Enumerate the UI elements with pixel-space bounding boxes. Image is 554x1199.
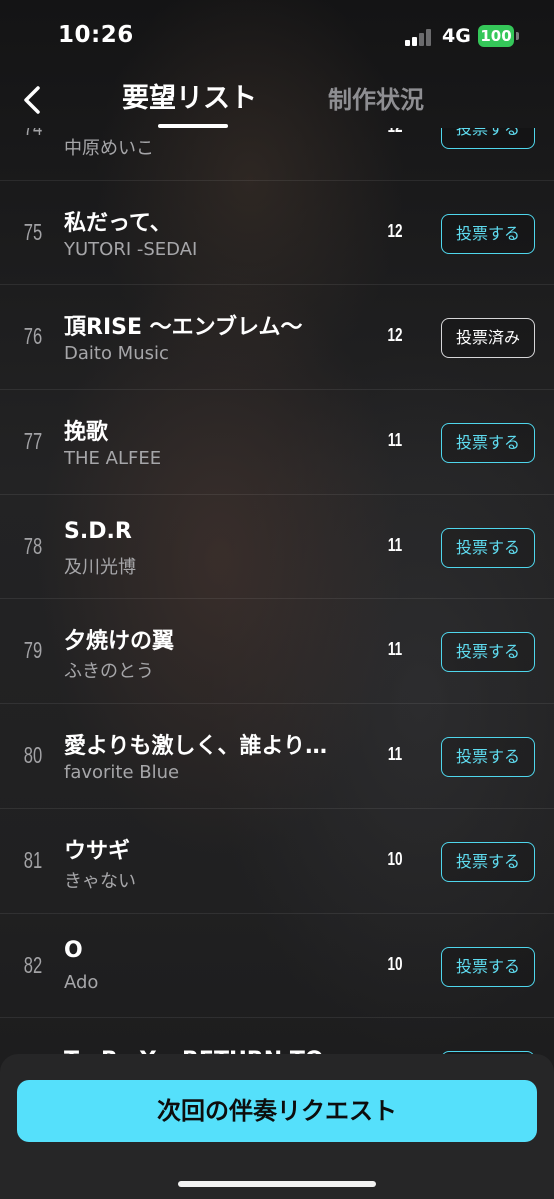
- battery-tip: [516, 32, 519, 40]
- list-item: 74 中原めいこ 12 投票する: [0, 128, 554, 181]
- artist-name: Ado: [64, 971, 99, 993]
- status-time: 10:26: [58, 22, 134, 48]
- rank-number: 75: [23, 218, 43, 245]
- vote-count: 11: [387, 639, 403, 660]
- vote-button[interactable]: 投票する: [441, 737, 535, 778]
- battery-icon: 100: [478, 25, 514, 47]
- cellular-signal-icon: [405, 28, 433, 46]
- status-bar: 10:26 4G 100: [0, 0, 554, 70]
- rank-number: 76: [23, 323, 43, 350]
- artist-name: 中原めいこ: [64, 138, 154, 159]
- song-title: 挽歌: [64, 420, 109, 446]
- song-title: O: [64, 937, 83, 963]
- artist-name: Daito Music: [64, 343, 169, 365]
- vote-count: 12: [387, 220, 403, 241]
- vote-button[interactable]: 投票する: [441, 527, 535, 568]
- artist-name: THE ALFEE: [64, 448, 162, 470]
- song-title: 夕焼けの翼: [64, 629, 175, 655]
- song-title: 愛よりも激しく、誰より…: [64, 734, 328, 760]
- list-item: 76 頂RISE 〜エンブレム〜 Daito Music 12 投票済み: [0, 285, 554, 391]
- tab-production-status[interactable]: 制作状況: [328, 80, 424, 115]
- vote-button[interactable]: 投票する: [441, 632, 535, 673]
- home-indicator: [178, 1181, 376, 1187]
- rank-number: 80: [23, 742, 43, 769]
- vote-count: 10: [387, 848, 403, 869]
- vote-button[interactable]: 投票する: [441, 128, 535, 149]
- rank-number: 77: [23, 428, 43, 455]
- vote-button[interactable]: 投票する: [441, 213, 535, 254]
- vote-count: 12: [387, 325, 403, 346]
- artist-name: YUTORI -SEDAI: [64, 238, 198, 260]
- vote-button[interactable]: 投票する: [441, 423, 535, 464]
- network-type: 4G: [442, 25, 471, 47]
- artist-name: ふきのとう: [64, 661, 154, 683]
- list-item: 78 S.D.R 及川光博 11 投票する: [0, 495, 554, 600]
- next-request-button[interactable]: 次回の伴奏リクエスト: [17, 1080, 537, 1142]
- rank-number: 82: [23, 951, 43, 978]
- rank-number: 79: [23, 637, 43, 664]
- artist-name: favorite Blue: [64, 762, 180, 784]
- tab-request-list[interactable]: 要望リスト: [122, 76, 257, 115]
- list-item: 82 O Ado 10 投票する: [0, 914, 554, 1019]
- list-item: 81 ウサギきゃない 10 投票する: [0, 809, 554, 914]
- vote-button[interactable]: 投票する: [441, 946, 535, 987]
- list-item: 77 挽歌 THE ALFEE 11 投票する: [0, 390, 554, 495]
- song-title: S.D.R: [64, 518, 132, 544]
- vote-count: 11: [387, 744, 403, 765]
- song-title: 私だって、: [64, 210, 172, 236]
- vote-button[interactable]: 投票する: [441, 841, 535, 882]
- header: 要望リスト 制作状況: [0, 70, 554, 130]
- voted-button[interactable]: 投票済み: [441, 318, 535, 359]
- vote-count: 12: [384, 128, 407, 137]
- rank-number: 78: [23, 532, 43, 559]
- artist-name: 及川光博: [64, 556, 136, 578]
- vote-count: 10: [387, 953, 403, 974]
- song-title: T・R・Y ~RETURN TO…: [64, 1042, 374, 1054]
- request-list[interactable]: 74中原めいこ12投票する75私だって、YUTORI -SEDAI12投票する7…: [0, 128, 554, 1054]
- list-item: 83T・R・Y ~RETURN TO…10投票する: [0, 1018, 554, 1054]
- song-title: ウサギ: [64, 838, 131, 864]
- vote-count: 11: [387, 430, 403, 451]
- rank-number: 81: [23, 846, 43, 873]
- list-item: 80 愛よりも激しく、誰より… favorite Blue 11 投票する: [0, 704, 554, 809]
- rank-number: 74: [24, 128, 43, 141]
- vote-count: 11: [387, 534, 403, 555]
- bottom-panel: 次回の伴奏リクエスト: [0, 1054, 554, 1199]
- artist-name: きゃない: [64, 870, 136, 892]
- list-item: 79 夕焼けの翼ふきのとう 11 投票する: [0, 599, 554, 705]
- song-title: 頂RISE 〜エンブレム〜: [64, 315, 303, 341]
- list-item: 75 私だって、 YUTORI -SEDAI 12 投票する: [0, 181, 554, 286]
- chevron-left-icon[interactable]: [18, 82, 50, 118]
